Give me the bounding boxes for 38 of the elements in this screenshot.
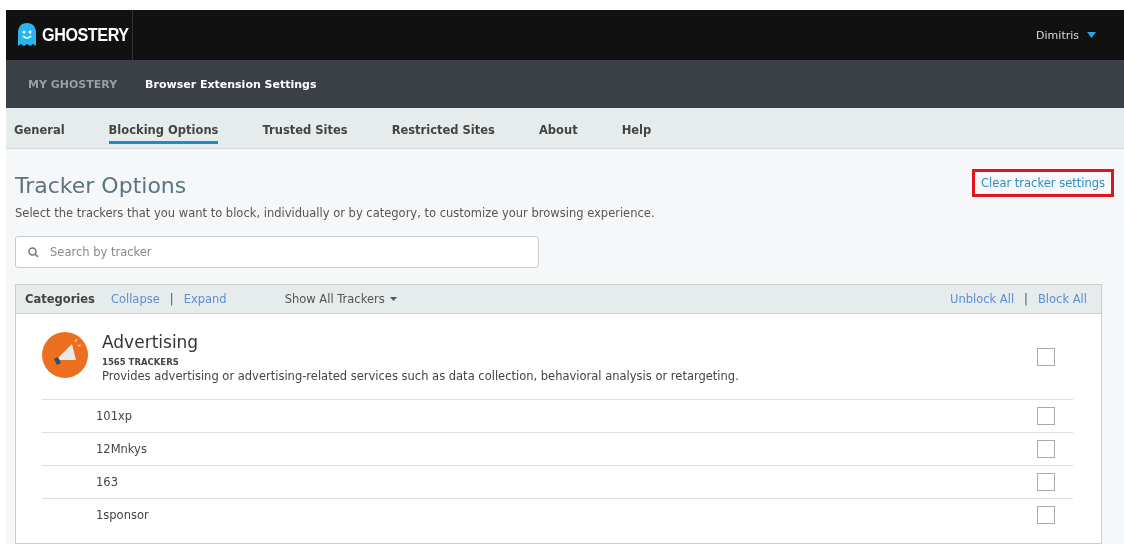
description-text: Select the trackers that you want to block, individually or by category, to customize your browsing experience. — [15, 206, 656, 220]
tracker-row[interactable]: 1sponsor — [42, 498, 1073, 531]
separator-text: | — [169, 292, 174, 306]
search-icon — [28, 247, 39, 258]
checkbox[interactable] — [1037, 440, 1055, 458]
checkbox[interactable] — [1037, 407, 1055, 425]
filter-dropdown[interactable]: Show All Trackers — [284, 292, 397, 306]
nav-link[interactable]: Browser Extension Settings — [145, 77, 317, 91]
logo-text: GHOSTERY — [42, 24, 129, 46]
tracker-name: 101xp — [96, 409, 133, 423]
category-title: Advertising — [102, 332, 200, 352]
tracker-name: 12Mnkys — [96, 442, 147, 456]
separator-text: | — [1024, 292, 1028, 306]
checkbox[interactable] — [1037, 506, 1055, 524]
page-title: Tracker Options — [15, 173, 187, 198]
tracker-row[interactable]: 101xp — [42, 399, 1073, 432]
tab[interactable]: General — [14, 116, 65, 144]
categories-label: Categories — [25, 292, 95, 306]
checkbox[interactable] — [1037, 473, 1055, 491]
search-field[interactable]: Search by tracker — [15, 236, 539, 268]
tab[interactable]: Blocking Options — [108, 116, 219, 144]
tracker-name: 1sponsor — [96, 508, 149, 522]
megaphone-icon — [42, 332, 88, 378]
caret-icon — [1087, 32, 1096, 38]
tab[interactable]: About — [538, 116, 578, 144]
ghost-icon — [16, 22, 38, 48]
category-description: Provides advertising or advertising-related services such as data collection, behavioral analysis or retargeting. — [102, 369, 740, 383]
tracker-name: 163 — [96, 475, 118, 489]
tracker-count: 1565 TRACKERS — [102, 357, 180, 367]
tracker-row[interactable]: 163 — [42, 465, 1073, 498]
tab[interactable]: Trusted Sites — [262, 116, 348, 144]
tab[interactable]: Help — [621, 116, 652, 144]
user-menu[interactable]: Dimitris — [1036, 28, 1096, 42]
nav-link[interactable]: MY GHOSTERY — [28, 77, 118, 91]
tracker-row[interactable]: 12Mnkys — [42, 432, 1073, 465]
tab[interactable]: Restricted Sites — [391, 116, 495, 144]
checkbox[interactable] — [1037, 348, 1055, 366]
caret-icon — [389, 297, 397, 301]
